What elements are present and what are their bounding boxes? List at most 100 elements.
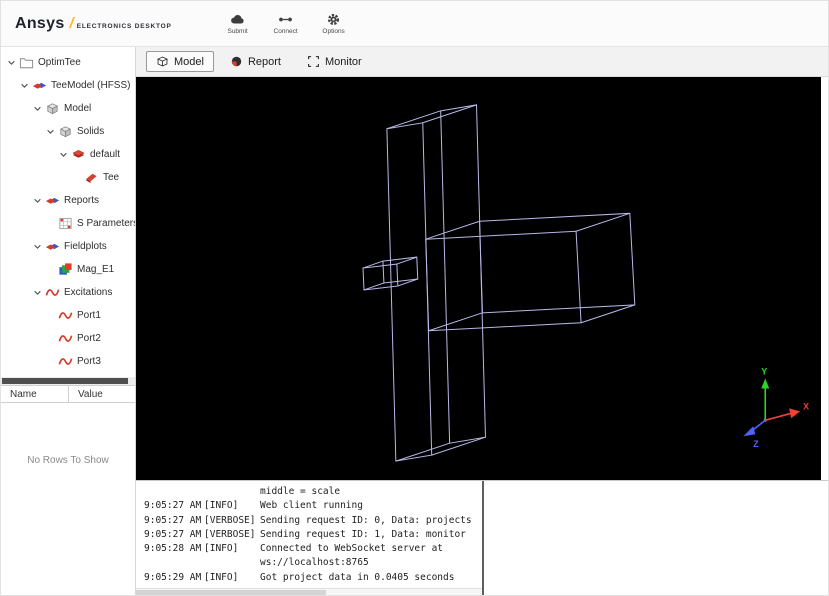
chevron-down-icon[interactable] (18, 79, 31, 92)
s-parameters-icon (58, 216, 73, 231)
tree-item-mag-e1[interactable]: Mag_E1 (1, 258, 135, 281)
tree-item-reports[interactable]: Reports (1, 189, 135, 212)
chevron-down-icon[interactable] (31, 286, 44, 299)
chevron-down-icon[interactable] (31, 240, 44, 253)
options-button[interactable]: Options (316, 12, 352, 35)
tree-item-model[interactable]: Model (1, 97, 135, 120)
x-axis-label: X (803, 401, 809, 411)
console-line: ws://localhost:8765 (260, 557, 369, 569)
logo-slash: / (69, 14, 74, 32)
tab-report[interactable]: Report (220, 51, 291, 72)
x-axis (765, 412, 792, 422)
model-cube-icon (156, 55, 169, 68)
tree-item-fieldplots[interactable]: Fieldplots (1, 235, 135, 258)
tab-model[interactable]: Model (146, 51, 214, 72)
reports-icon (45, 193, 60, 208)
chevron-down-icon[interactable] (57, 148, 70, 161)
tree-item-label: Mag_E1 (77, 264, 115, 275)
orientation-axes-triad: Y X Z (743, 367, 809, 449)
scrollbar-thumb[interactable] (2, 378, 128, 384)
hfss-design-icon (32, 78, 47, 93)
tree-item-label: Port3 (77, 356, 101, 367)
port-icon (58, 308, 73, 323)
chevron-down-icon[interactable] (31, 102, 44, 115)
project-tree[interactable]: OptimTee TeeModel (HFSS) Model Solids de… (1, 47, 135, 377)
console-line: 9:05:27 AM [VERBOSE] Sending request ID: 1… (144, 528, 466, 540)
chevron-down-icon[interactable] (5, 56, 18, 69)
column-header-value[interactable]: Value (69, 386, 103, 402)
solids-icon (58, 124, 73, 139)
gear-icon (326, 12, 341, 27)
console-line: middle = scale (260, 486, 341, 497)
3d-viewport[interactable]: Y X Z (136, 77, 821, 480)
tree-item-label: default (90, 149, 121, 160)
tree-item-excitations[interactable]: Excitations (1, 281, 135, 304)
main-area: OptimTee TeeModel (HFSS) Model Solids de… (1, 47, 828, 595)
view-tabbar: Model Report Monitor (136, 47, 828, 77)
solid-object-icon (84, 170, 99, 185)
console-log[interactable]: middle = scale 9:05:27 AM [INFO] Web clien… (136, 481, 482, 595)
tree-item-tee[interactable]: Tee (1, 166, 135, 189)
properties-panel: Name Value No Rows To Show (1, 385, 135, 595)
tree-item-label: Port2 (77, 333, 101, 344)
header-toolbar: Submit Connect Options (220, 12, 352, 35)
port-icon (58, 331, 73, 346)
chevron-down-icon[interactable] (31, 194, 44, 207)
y-axis-label: Y (761, 367, 767, 377)
tree-item-teemodel[interactable]: TeeModel (HFSS) (1, 74, 135, 97)
console-line: 9:05:29 AM [INFO] Got project data in 0.04… (144, 571, 455, 583)
fieldplots-icon (45, 239, 60, 254)
tree-item-label: Fieldplots (64, 241, 107, 252)
tab-label: Report (247, 55, 281, 68)
scrollbar-thumb[interactable] (136, 590, 327, 595)
column-header-name[interactable]: Name (1, 386, 69, 402)
wireframe-tee-model: Y X Z (362, 104, 809, 462)
console-area: middle = scale 9:05:27 AM [INFO] Web clien… (136, 480, 828, 595)
submit-label: Submit (227, 28, 248, 35)
tree-item-default[interactable]: default (1, 143, 135, 166)
connect-button[interactable]: Connect (268, 12, 304, 35)
folder-icon (19, 55, 34, 70)
cloud-icon (230, 12, 245, 27)
tree-item-label: Excitations (64, 287, 113, 298)
tree-item-label: Port1 (77, 310, 101, 321)
brand-text: Ansys (15, 14, 65, 32)
console-line: 9:05:28 AM [INFO] Connected to WebSocket s… (144, 543, 444, 555)
empty-rows-message: No Rows To Show (27, 455, 109, 466)
left-panel: OptimTee TeeModel (HFSS) Model Solids de… (1, 47, 136, 595)
tree-item-label: Reports (64, 195, 100, 206)
tab-monitor[interactable]: Monitor (297, 51, 372, 72)
monitor-brackets-icon (307, 55, 320, 68)
model-node-icon (45, 101, 60, 116)
tree-horizontal-scrollbar[interactable] (1, 377, 135, 385)
console-horizontal-scrollbar[interactable] (136, 588, 482, 595)
tree-item-optimtee[interactable]: OptimTee (1, 51, 135, 74)
tree-item-port2[interactable]: Port2 (1, 327, 135, 350)
tab-label: Model (174, 55, 204, 68)
tree-item-label: S Parameters (77, 218, 135, 229)
ansys-logo: Ansys / ELECTRONICS DESKTOP (15, 15, 172, 33)
chevron-down-icon[interactable] (44, 125, 57, 138)
connect-icon (278, 12, 293, 27)
tree-item-s-parameters[interactable]: S Parameters (1, 212, 135, 235)
port-icon (58, 354, 73, 369)
tab-label: Monitor (325, 55, 362, 68)
console-line: 9:05:27 AM [INFO] Web client running (144, 500, 363, 512)
content-area: Model Report Monitor Y X Z middle = scal… (136, 47, 828, 595)
options-label: Options (322, 28, 345, 35)
report-pie-icon (230, 55, 243, 68)
connect-label: Connect (273, 28, 298, 35)
console-right-pane (484, 481, 828, 595)
tree-item-port3[interactable]: Port3 (1, 350, 135, 373)
console-line: 9:05:27 AM [VERBOSE] Sending request ID: 0… (144, 514, 472, 526)
app-window: Ansys / ELECTRONICS DESKTOP Submit Conne… (0, 0, 829, 596)
tree-item-label: TeeModel (HFSS) (51, 80, 131, 91)
properties-header: Name Value (1, 386, 135, 403)
x-axis-arrowhead (789, 408, 801, 419)
submit-button[interactable]: Submit (220, 12, 256, 35)
field-plot-icon (58, 262, 73, 277)
tree-item-solids[interactable]: Solids (1, 120, 135, 143)
z-axis-arrowhead (743, 426, 756, 437)
tree-item-port1[interactable]: Port1 (1, 304, 135, 327)
app-header: Ansys / ELECTRONICS DESKTOP Submit Conne… (1, 1, 828, 47)
